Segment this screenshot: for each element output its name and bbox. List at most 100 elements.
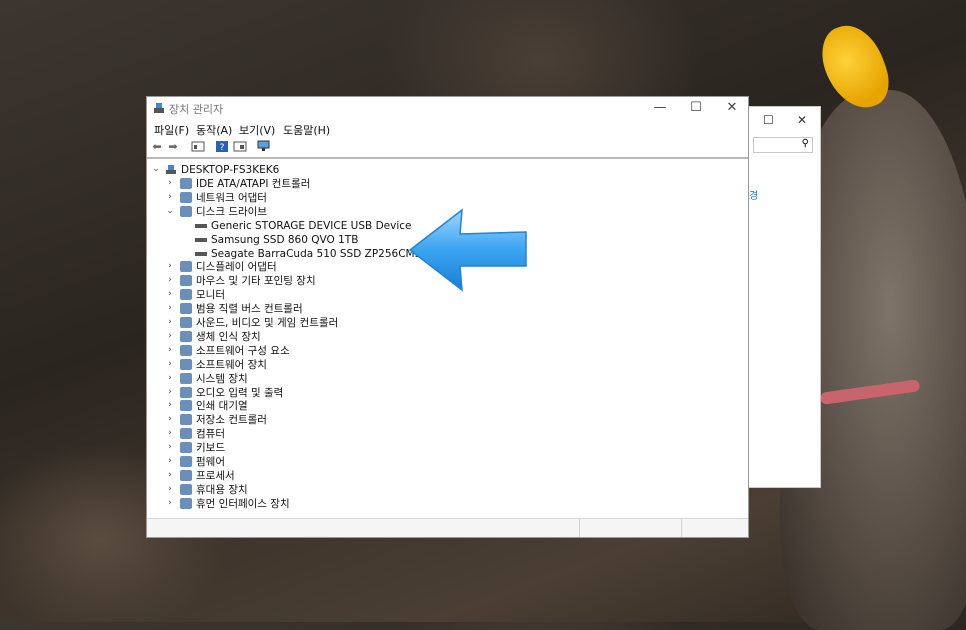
chevron-down-icon[interactable]: ⌄ [151, 164, 161, 174]
chevron-right-icon[interactable]: › [165, 400, 175, 410]
computer-icon [180, 428, 192, 440]
chevron-down-icon[interactable]: ⌄ [165, 206, 175, 216]
properties-icon[interactable] [191, 140, 205, 153]
firmware-icon [180, 456, 192, 467]
menu-file[interactable]: 파일(F) [154, 122, 189, 138]
portable-device-icon [180, 483, 192, 495]
tree-category-label: 휴먼 인터페이스 장치 [196, 497, 290, 510]
chevron-right-icon[interactable]: › [165, 456, 175, 466]
print-queue-icon [180, 400, 192, 412]
disk-drive-label: Generic STORAGE DEVICE USB Device [211, 219, 412, 232]
minimize-button[interactable]: — [643, 99, 677, 117]
chevron-right-icon[interactable]: › [165, 428, 175, 438]
chevron-right-icon[interactable]: › [165, 373, 175, 383]
tree-category-label: 소프트웨어 구성 요소 [196, 344, 290, 357]
system-device-icon [180, 372, 192, 384]
menu-bar: 파일(F) 동작(A) 보기(V) 도움말(H) [147, 120, 748, 138]
status-bar [147, 518, 748, 537]
tree-category-label: 네트워크 어댑터 [196, 191, 267, 204]
back-link-fragment[interactable]: 경 [749, 187, 758, 202]
menu-help[interactable]: 도움말(H) [283, 122, 330, 138]
chevron-right-icon[interactable]: › [165, 359, 175, 369]
software-component-icon [180, 344, 192, 356]
status-divider [681, 519, 682, 537]
tree-category-label: 소프트웨어 장치 [196, 358, 267, 371]
chevron-right-icon[interactable]: › [165, 484, 175, 494]
tree-category-label: 휴대용 장치 [196, 483, 248, 496]
tree-category-label: IDE ATA/ATAPI 컨트롤러 [196, 178, 311, 190]
chevron-right-icon[interactable]: › [165, 414, 175, 424]
chevron-right-icon[interactable]: › [165, 275, 175, 285]
disk-drive-icon [180, 205, 192, 217]
tree-category-label: 사운드, 비디오 및 게임 컨트롤러 [196, 317, 339, 329]
back-search-input[interactable]: ⚲ [753, 137, 813, 153]
maximize-button[interactable]: ☐ [679, 99, 713, 117]
software-device-icon [180, 358, 192, 370]
usb-controller-icon [180, 303, 192, 315]
toolbar: ⬅ ➡ ? [147, 137, 748, 159]
tree-category-label: 디스크 드라이브 [196, 205, 267, 218]
menu-view[interactable]: 보기(V) [239, 122, 275, 138]
back-arrow-icon[interactable]: ⬅ [150, 140, 164, 153]
device-manager-window: 장치 관리자 — ☐ ✕ 파일(F) 동작(A) 보기(V) 도움말(H) ⬅ … [146, 96, 749, 538]
mouse-icon [180, 275, 192, 287]
display-adapter-icon [180, 261, 192, 273]
forward-arrow-icon[interactable]: ➡ [166, 140, 180, 153]
disk-icon [195, 237, 207, 242]
chevron-right-icon[interactable]: › [165, 442, 175, 452]
back-maximize-button[interactable]: ☐ [763, 113, 774, 127]
chevron-right-icon[interactable]: › [165, 178, 175, 188]
audio-io-icon [180, 386, 192, 398]
tree-category-label: 키보드 [196, 442, 225, 455]
menu-action[interactable]: 동작(A) [196, 122, 232, 138]
tree-category-label: 범용 직렬 버스 컨트롤러 [196, 303, 303, 316]
tree-category-label: 펌웨어 [196, 456, 225, 468]
chevron-right-icon[interactable]: › [165, 498, 175, 508]
storage-controller-icon [180, 414, 192, 426]
tree-category-label: 컴퓨터 [196, 428, 225, 441]
tree-category-label: 모니터 [196, 289, 225, 302]
tree-category-label: 인쇄 대기열 [196, 400, 248, 413]
window-title: 장치 관리자 [169, 103, 224, 116]
search-icon: ⚲ [801, 138, 809, 149]
tree-category-label: 시스템 장치 [196, 372, 248, 385]
tree-root-label: DESKTOP-FS3KEK6 [181, 164, 280, 176]
computer-root-icon [166, 165, 176, 174]
tree-category-label: 오디오 입력 및 출력 [196, 386, 284, 399]
status-divider [579, 519, 580, 537]
back-close-button[interactable]: ✕ [797, 113, 807, 127]
network-adapter-icon [180, 191, 192, 203]
tree-category-label: 프로세서 [196, 469, 235, 482]
chevron-right-icon[interactable]: › [165, 345, 175, 355]
disk-icon [195, 251, 207, 256]
chevron-right-icon[interactable]: › [165, 387, 175, 397]
chevron-right-icon[interactable]: › [165, 331, 175, 341]
device-manager-icon [154, 103, 164, 113]
chevron-right-icon[interactable]: › [165, 470, 175, 480]
background-window[interactable]: ☐ ✕ ⚲ 경 [744, 106, 821, 488]
tree-category-label: 저장소 컨트롤러 [196, 414, 267, 427]
processor-icon [180, 469, 192, 481]
tree-category-label: 생체 인식 장치 [196, 330, 261, 343]
tree-category-label: 마우스 및 기타 포인팅 장치 [196, 275, 316, 288]
chevron-right-icon[interactable]: › [165, 317, 175, 327]
help-icon[interactable]: ? [215, 140, 229, 153]
scan-hardware-icon[interactable] [257, 140, 271, 153]
close-button[interactable]: ✕ [715, 99, 749, 117]
keyboard-icon [180, 442, 192, 454]
chevron-right-icon[interactable]: › [165, 303, 175, 313]
sound-icon [180, 317, 192, 328]
title-bar[interactable]: 장치 관리자 — ☐ ✕ [147, 97, 748, 119]
chevron-right-icon[interactable]: › [165, 192, 175, 202]
tree-category-label: 디스플레이 어댑터 [196, 261, 277, 274]
chevron-right-icon[interactable]: › [165, 289, 175, 299]
details-icon[interactable] [233, 140, 247, 153]
biometric-icon [180, 330, 192, 342]
disk-drive-label: Samsung SSD 860 QVO 1TB [211, 233, 359, 246]
monitor-icon [180, 289, 192, 301]
chevron-right-icon[interactable]: › [165, 261, 175, 271]
ide-controller-icon [180, 178, 192, 189]
disk-icon [195, 223, 207, 228]
hid-icon [180, 497, 192, 509]
blue-arrow-annotation [408, 208, 527, 292]
